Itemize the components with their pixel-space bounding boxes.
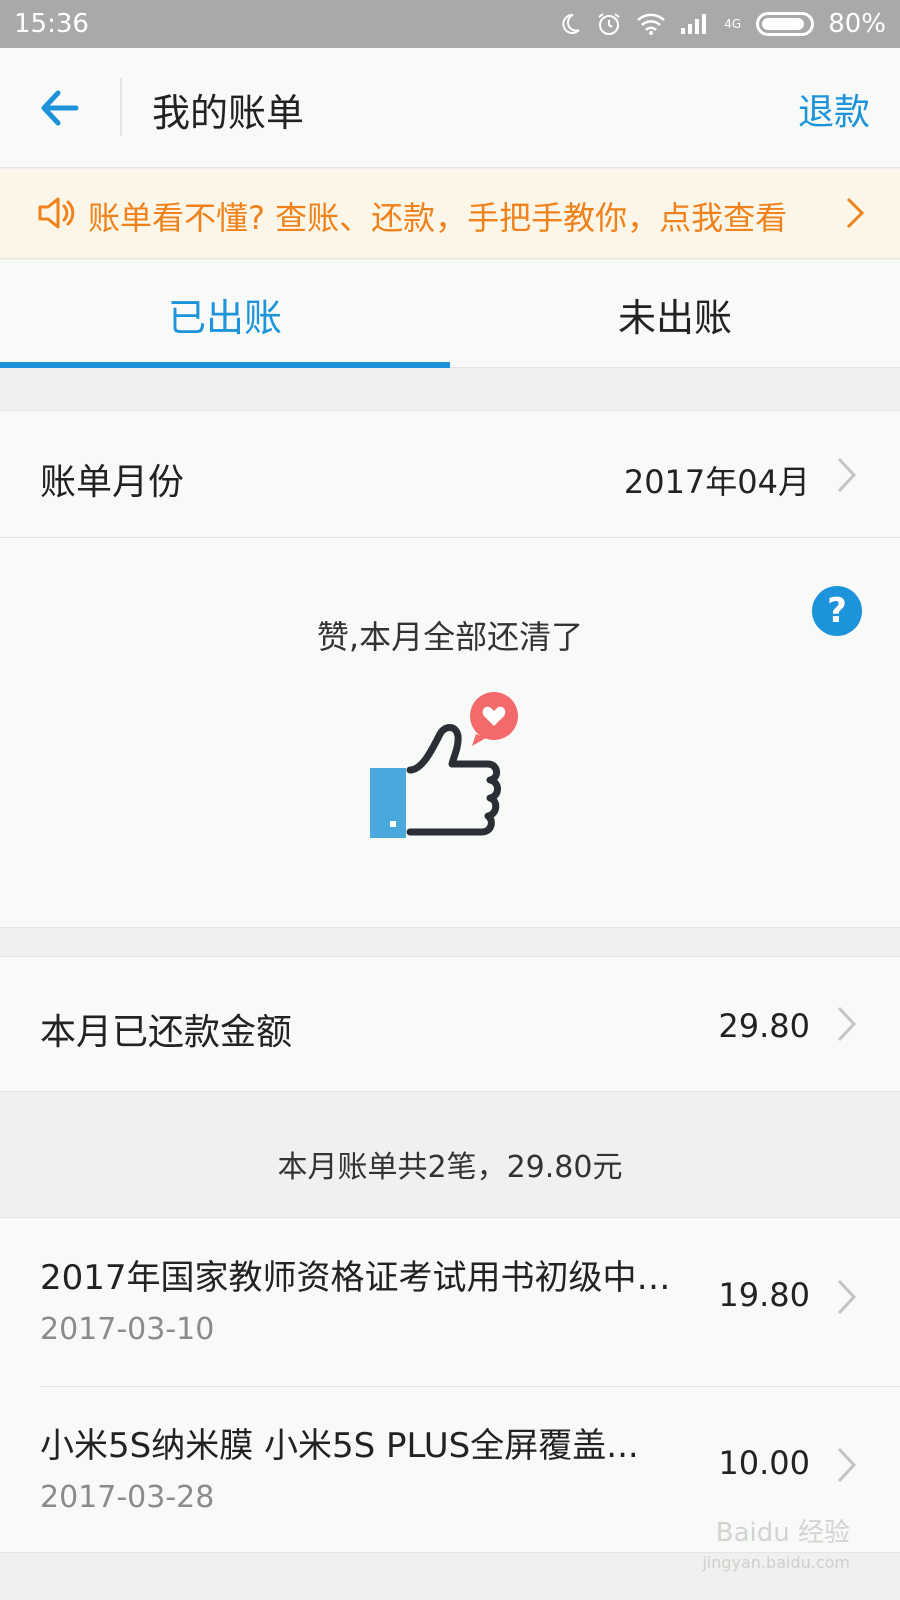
chevron-right-icon [837,1279,857,1315]
battery-percent: 80% [828,9,886,39]
refund-button[interactable]: 退款 [798,83,870,135]
status-bar: 15:36 4G 80% [0,0,900,48]
list-item[interactable]: 2017年国家教师资格证考试用书初级中学... 2017-03-10 19.80 [0,1218,900,1386]
bill-tabs: 已出账 未出账 [0,260,900,368]
status-icons: 4G 80% [558,9,886,39]
bill-amount: 19.80 [718,1276,810,1314]
speaker-icon [38,197,75,229]
wifi-icon [636,12,666,36]
bill-date: 2017-03-10 [40,1312,215,1347]
title-bar: 我的账单 退款 [0,48,900,168]
moon-icon [558,12,582,36]
paid-off-message: 赞,本月全部还清了 [316,618,584,656]
watermark-brand: Baidu 经验 [715,1518,850,1548]
bill-list: 2017年国家教师资格证考试用书初级中学... 2017-03-10 19.80… [0,1217,900,1553]
battery-icon [756,12,815,36]
paid-amount-value: 29.80 [718,1007,810,1045]
chevron-right-icon [837,1006,857,1042]
active-tab-indicator [0,362,450,368]
paid-off-status-card: ? 赞,本月全部还清了 [0,538,900,928]
tab-unbilled[interactable]: 未出账 [450,260,900,368]
chevron-right-icon [846,197,865,229]
title-divider [120,78,122,136]
bill-summary: 本月账单共2笔，29.80元 [277,1150,623,1185]
thumbs-up-heart-icon [370,692,518,838]
notice-banner[interactable]: 账单看不懂? 查账、还款，手把手教你，点我查看 [0,169,900,259]
chevron-right-icon [837,1447,857,1483]
network-type: 4G [724,17,742,31]
bill-month-label: 账单月份 [40,462,185,503]
status-time: 15:36 [14,9,89,39]
chevron-right-icon [837,457,857,493]
bill-name: 2017年国家教师资格证考试用书初级中学... [40,1258,680,1298]
back-button[interactable] [36,84,84,132]
tab-billed[interactable]: 已出账 [0,260,450,368]
signal-icon [680,13,710,35]
back-arrow-icon [41,90,79,126]
notice-text: 账单看不懂? 查账、还款，手把手教你，点我查看 [88,199,788,237]
page-title: 我的账单 [152,91,305,135]
alarm-icon [596,11,622,37]
bill-amount: 10.00 [718,1444,810,1482]
paid-amount-row[interactable]: 本月已还款金额 29.80 [0,956,900,1092]
bill-month-row[interactable]: 账单月份 2017年04月 [0,410,900,538]
bill-name: 小米5S纳米膜 小米5S PLUS全屏覆盖... [40,1426,639,1466]
baidu-watermark: Baidu 经验 jingyan.baidu.com [702,1518,850,1578]
paid-amount-label: 本月已还款金额 [40,1012,293,1053]
bill-date: 2017-03-28 [40,1480,215,1515]
watermark-url: jingyan.baidu.com [702,1553,850,1572]
bill-month-value: 2017年04月 [623,463,810,501]
